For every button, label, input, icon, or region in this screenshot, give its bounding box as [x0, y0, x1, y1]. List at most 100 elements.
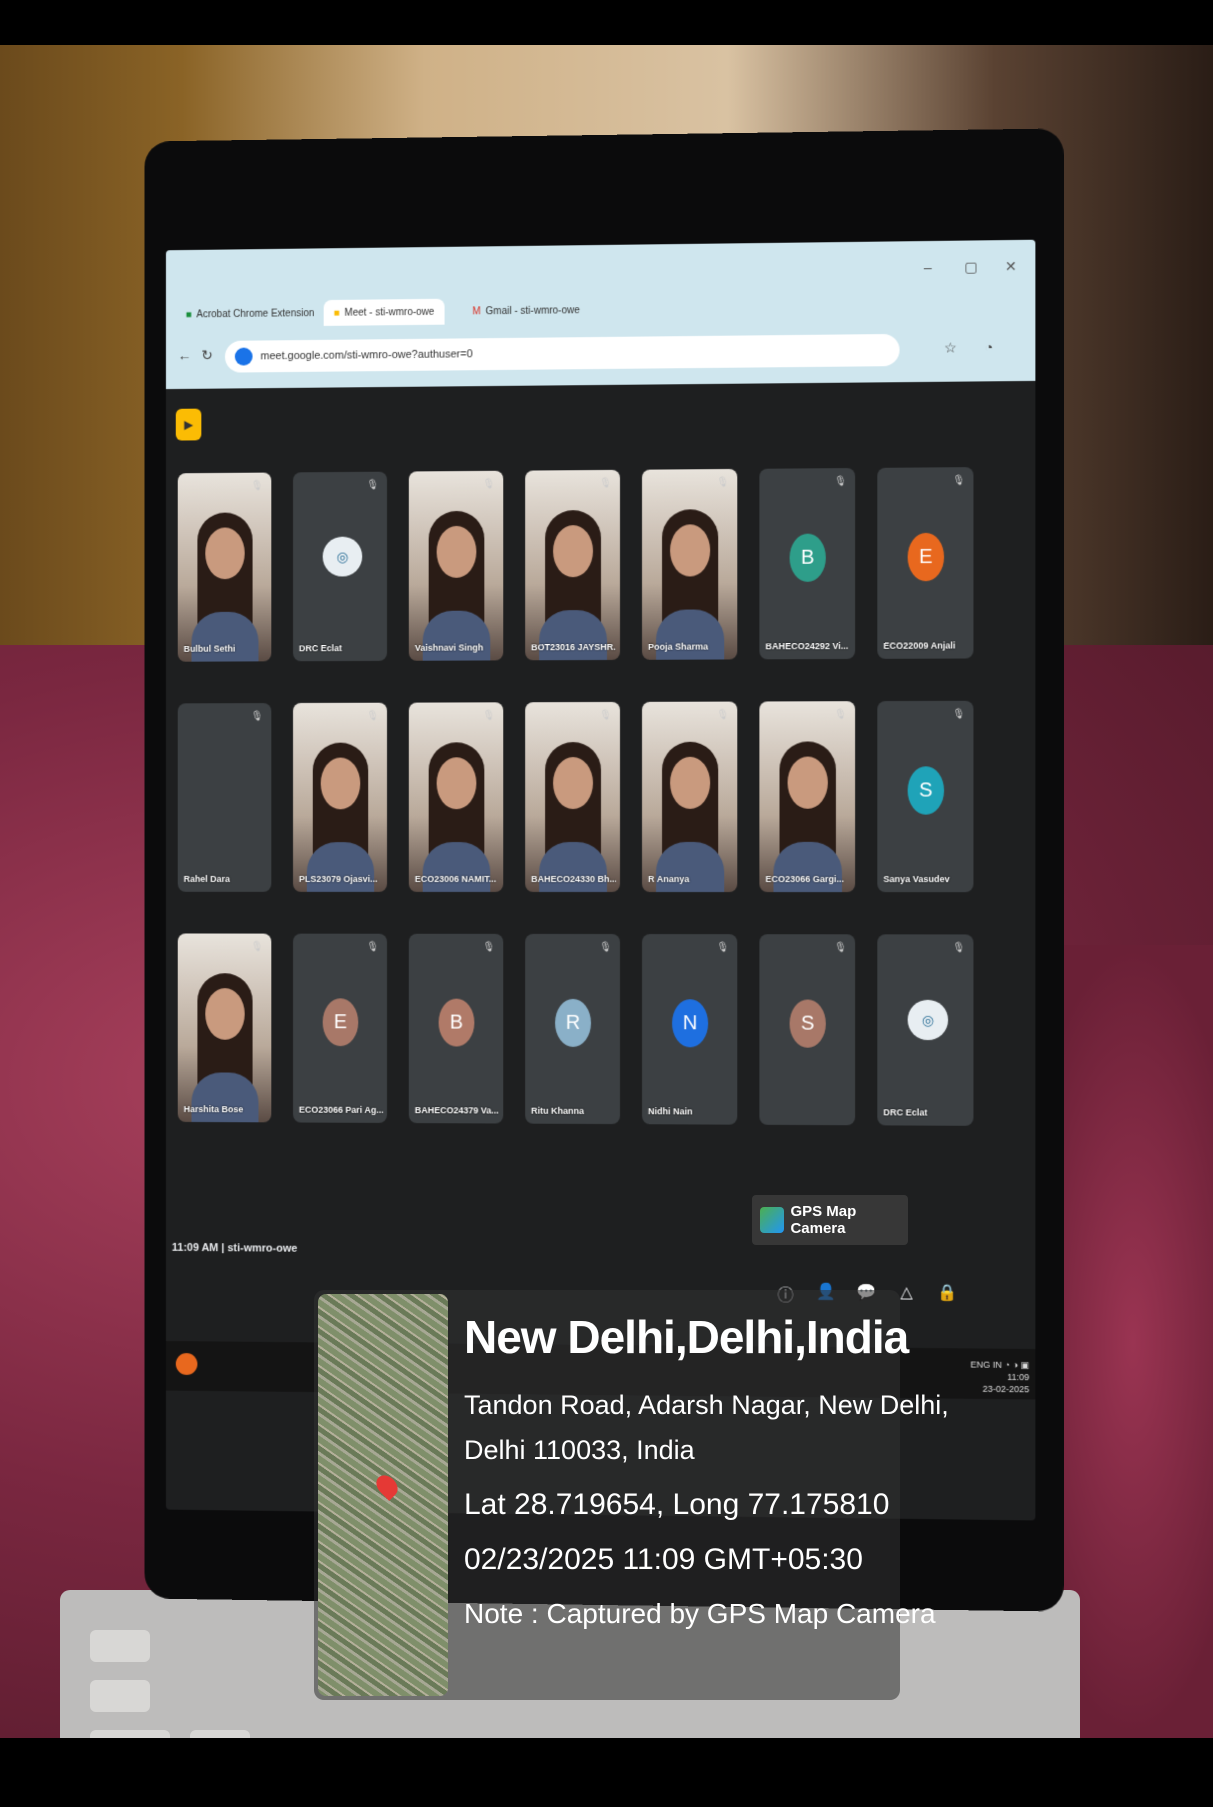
key — [90, 1680, 150, 1712]
participant-avatar: N — [672, 999, 709, 1048]
tab-acrobat[interactable]: ■ Acrobat Chrome Extension — [176, 300, 324, 327]
mic-muted-icon: 🎙 — [366, 710, 380, 722]
gps-camera-tag: GPS Map Camera — [752, 1195, 908, 1245]
tab-label: Gmail - sti-wmro-owe — [485, 304, 580, 317]
back-icon[interactable]: ← — [178, 347, 192, 363]
bottom-letterbox — [0, 1738, 1213, 1807]
mic-muted-icon: 🎙 — [366, 941, 380, 953]
participant-tile[interactable]: S 🎙 — [759, 934, 856, 1126]
mic-muted-icon: 🎙 — [599, 709, 612, 722]
tab-label: Acrobat Chrome Extension — [196, 307, 315, 320]
participant-body — [306, 842, 375, 892]
participant-name: ECO23006 NAMIT... — [414, 873, 497, 884]
participant-body — [773, 841, 842, 893]
gps-note: Note : Captured by GPS Map Camera — [464, 1598, 936, 1629]
participant-tile[interactable]: R 🎙 Ritu Khanna — [525, 933, 620, 1125]
participant-body — [422, 610, 491, 661]
location-pin-icon — [372, 1471, 402, 1501]
system-tray: ENG IN ◔ ◑ ▣ 11:09 23-02-2025 — [970, 1359, 1030, 1395]
participant-name: Nidhi Nain — [648, 1106, 693, 1117]
participant-tile[interactable]: N 🎙 Nidhi Nain — [642, 934, 738, 1125]
participant-name: BAHECO24330 Bh... — [531, 873, 616, 885]
key — [190, 1730, 250, 1738]
participant-tile[interactable]: 🎙 R Ananya — [642, 701, 738, 893]
drc-logo-icon: ◎ — [322, 536, 363, 577]
mic-muted-icon: 🎙 — [599, 941, 612, 954]
participant-tile[interactable]: S 🎙 Sanya Vasudev — [877, 700, 974, 893]
clock-time[interactable]: 11:09 — [1007, 1372, 1029, 1382]
participant-tile[interactable]: 🎙 PLS23079 Ojasvi... — [293, 702, 388, 892]
top-letterbox — [0, 0, 1213, 45]
participant-tile[interactable]: E 🎙 ECO22009 Anjali — [877, 467, 974, 659]
participant-tile[interactable]: 🎙 ECO23006 NAMIT... — [408, 702, 504, 892]
participant-body — [539, 841, 607, 893]
gps-address-line2: Delhi 110033, India — [464, 1435, 695, 1465]
gmail-icon: M — [472, 305, 481, 317]
participant-tile[interactable]: 🎙 Vaishnavi Singh — [408, 470, 504, 661]
language-indicator[interactable]: ENG IN — [971, 1359, 1002, 1369]
participant-tile[interactable]: 🎙 BOT23016 JAYSHR... — [525, 469, 620, 661]
gps-tag-label: GPS Map Camera — [790, 1203, 857, 1237]
participant-body — [191, 611, 259, 662]
key — [90, 1730, 170, 1738]
participant-name: BAHECO24292 Vi... — [765, 640, 849, 652]
participant-avatar: R — [555, 998, 592, 1047]
map-thumbnail — [318, 1294, 448, 1696]
participant-tile[interactable]: 🎙 BAHECO24330 Bh... — [525, 701, 620, 893]
participant-name: Pooja Sharma — [648, 641, 709, 652]
participant-body — [191, 1072, 259, 1123]
tab-gmail[interactable]: M Gmail - sti-wmro-owe — [462, 297, 589, 324]
participant-tile[interactable]: 🎙 Pooja Sharma — [642, 468, 738, 660]
participant-face — [205, 988, 245, 1040]
mic-muted-icon: 🎙 — [716, 477, 730, 489]
participant-name: PLS23079 Ojasvi... — [298, 873, 378, 884]
participant-name: ECO22009 Anjali — [883, 640, 956, 651]
gps-address-line1: Tandon Road, Adarsh Nagar, New Delhi, — [464, 1390, 949, 1420]
profile-icon[interactable]: ◔ — [985, 339, 994, 355]
lock-icon[interactable]: 🔒 — [934, 1283, 960, 1309]
participant-tile[interactable]: B 🎙 BAHECO24292 Vi... — [759, 468, 856, 660]
participant-face — [553, 757, 594, 810]
mic-muted-icon: 🎙 — [952, 475, 966, 487]
mic-muted-icon: 🎙 — [952, 942, 966, 954]
meet-tab-icon: ■ — [333, 307, 340, 319]
participant-tile[interactable]: E 🎙 ECO23066 Pari Ag... — [293, 933, 388, 1123]
participant-tile[interactable]: 🎙 Bulbul Sethi — [177, 472, 272, 662]
address-bar[interactable]: meet.google.com/sti-wmro-owe?authuser=0 — [224, 333, 900, 373]
participant-tile[interactable]: 🎙 ECO23066 Gargi... — [759, 701, 856, 893]
participant-tile[interactable]: B 🎙 BAHECO24379 Va... — [408, 933, 504, 1124]
participant-tile[interactable]: ◎ 🎙 DRC Eclat — [293, 471, 388, 662]
meeting-info: 11:09 AM | sti-wmro-owe — [171, 1241, 298, 1255]
mic-muted-icon: 🎙 — [482, 710, 496, 722]
participant-name: ECO23066 Pari Ag... — [298, 1104, 384, 1115]
gps-map-camera-icon — [760, 1207, 785, 1233]
meeting-code: sti-wmro-owe — [227, 1242, 298, 1255]
maximize-button[interactable]: ▢ — [964, 259, 977, 276]
minimize-button[interactable]: – — [924, 259, 932, 275]
participant-name: Vaishnavi Singh — [414, 642, 484, 653]
browser-chrome: ■ Acrobat Chrome Extension ■ Meet - sti-wm… — [165, 239, 1036, 390]
participant-name: BOT23016 JAYSHR... — [531, 641, 616, 653]
tab-meet[interactable]: ■ Meet - sti-wmro-owe — [323, 298, 445, 326]
participant-tile[interactable]: 🎙 Rahel Dara — [177, 703, 272, 892]
refresh-icon[interactable]: ↻ — [201, 347, 213, 364]
participant-name: BAHECO24379 Va... — [414, 1105, 499, 1116]
mic-muted-icon: 🎙 — [834, 709, 848, 721]
tab-icon: ■ — [185, 308, 192, 320]
participant-tile[interactable]: 🎙 Harshita Bose — [177, 933, 272, 1123]
mic-muted-icon: 🎙 — [250, 941, 264, 953]
participant-face — [205, 527, 245, 580]
mic-muted-icon: 🎙 — [716, 942, 730, 954]
photo: ■ Acrobat Chrome Extension ■ Meet - sti-wm… — [0, 45, 1213, 1738]
participant-name: DRC Eclat — [298, 643, 342, 654]
participant-body — [422, 842, 491, 892]
mic-muted-icon: 🎙 — [599, 477, 612, 490]
gps-coordinates: Lat 28.719654, Long 77.175810 — [464, 1488, 890, 1521]
close-button[interactable]: ✕ — [1005, 258, 1017, 275]
participant-avatar: E — [907, 532, 945, 582]
mic-muted-icon: 🎙 — [250, 480, 264, 492]
participant-tile[interactable]: ◎ 🎙 DRC Eclat — [877, 934, 974, 1126]
clock-date[interactable]: 23-02-2025 — [983, 1384, 1030, 1395]
star-icon[interactable]: ☆ — [944, 339, 957, 356]
gps-stamp: New Delhi,Delhi,India Tandon Road, Adars… — [314, 1290, 949, 1700]
